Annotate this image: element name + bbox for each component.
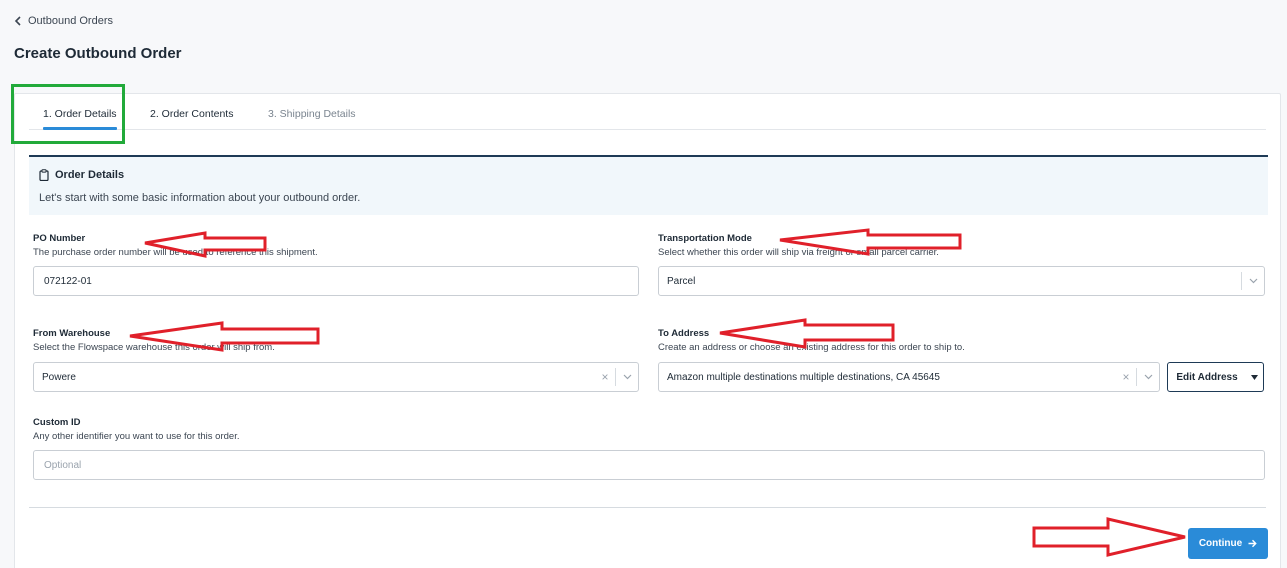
- clear-icon[interactable]: ×: [1116, 370, 1136, 384]
- tab-order-contents[interactable]: 2. Order Contents: [150, 108, 233, 120]
- custom-id-input[interactable]: Optional: [33, 450, 1265, 480]
- chevron-down-icon[interactable]: [1242, 278, 1264, 284]
- chevron-down-icon[interactable]: [1137, 374, 1159, 380]
- transportation-mode-label: Transportation Mode: [658, 233, 752, 244]
- tab-bar: 1. Order Details 2. Order Contents 3. Sh…: [29, 94, 1266, 130]
- info-title: Order Details: [55, 169, 125, 181]
- tab-shipping-details[interactable]: 3. Shipping Details: [268, 108, 356, 120]
- breadcrumb[interactable]: Outbound Orders: [14, 15, 113, 27]
- caret-down-icon: [1251, 374, 1258, 380]
- to-address-label: To Address: [658, 328, 710, 339]
- custom-id-placeholder: Optional: [44, 459, 82, 471]
- clear-icon[interactable]: ×: [595, 370, 615, 384]
- transportation-mode-help: Select whether this order will ship via …: [658, 247, 939, 258]
- clipboard-icon: [39, 169, 49, 181]
- page-title: Create Outbound Order: [14, 45, 182, 62]
- continue-label: Continue: [1198, 538, 1243, 549]
- info-description: Let's start with some basic information …: [39, 192, 361, 204]
- chevron-left-icon: [14, 16, 21, 26]
- po-number-help: The purchase order number will be used t…: [33, 247, 318, 258]
- to-address-help: Create an address or choose an existing …: [658, 342, 965, 353]
- to-address-value: Amazon multiple destinations multiple de…: [667, 371, 940, 383]
- po-number-input[interactable]: 072122-01: [33, 266, 639, 296]
- order-form-card: 1. Order Details 2. Order Contents 3. Sh…: [14, 93, 1281, 568]
- breadcrumb-label: Outbound Orders: [28, 15, 113, 27]
- annotation-highlight-box: [11, 84, 125, 144]
- continue-button[interactable]: Continue: [1188, 528, 1268, 559]
- chevron-down-icon[interactable]: [616, 374, 638, 380]
- po-number-label: PO Number: [33, 233, 86, 244]
- from-warehouse-help: Select the Flowspace warehouse this orde…: [33, 342, 275, 353]
- divider: [29, 507, 1266, 508]
- edit-address-dropdown[interactable]: [1246, 362, 1264, 392]
- from-warehouse-label: From Warehouse: [33, 328, 111, 339]
- edit-address-button[interactable]: Edit Address: [1167, 362, 1247, 392]
- from-warehouse-select[interactable]: Powere ×: [33, 362, 639, 392]
- to-address-select[interactable]: Amazon multiple destinations multiple de…: [658, 362, 1160, 392]
- transportation-mode-value: Parcel: [667, 275, 696, 287]
- custom-id-help: Any other identifier you want to use for…: [33, 431, 240, 442]
- info-banner: Order Details Let's start with some basi…: [29, 155, 1268, 215]
- custom-id-label: Custom ID: [33, 417, 81, 428]
- arrow-right-icon: [1248, 539, 1257, 548]
- from-warehouse-value: Powere: [42, 371, 76, 383]
- transportation-mode-select[interactable]: Parcel: [658, 266, 1265, 296]
